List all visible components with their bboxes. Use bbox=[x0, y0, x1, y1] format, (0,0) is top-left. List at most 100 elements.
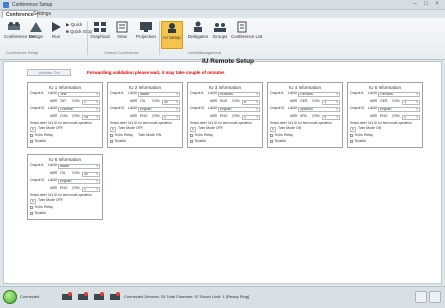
enable-checkbox[interactable] bbox=[110, 140, 113, 143]
conference-set-button[interactable]: Conference Set bbox=[4, 21, 35, 39]
echo-relay-checkbox[interactable] bbox=[190, 134, 193, 137]
output-b-channel-select[interactable]: 2 ▾ bbox=[242, 115, 260, 120]
output-a-language-select[interactable]: German ▾ bbox=[298, 92, 340, 97]
output-a-channel-select[interactable]: 30 ▾ bbox=[82, 172, 100, 177]
output-a-channel-select[interactable]: 3 ▾ bbox=[402, 100, 420, 105]
echo-relay-checkbox[interactable] bbox=[270, 134, 273, 137]
enable-label: Enable bbox=[35, 211, 46, 215]
person-icon bbox=[194, 21, 202, 32]
warning-message: Forwarding validation please wait, it ma… bbox=[87, 70, 225, 75]
projection-button[interactable]: Projection bbox=[134, 21, 158, 39]
enable-checkbox[interactable] bbox=[350, 140, 353, 143]
output-a-abr: ITA bbox=[140, 99, 146, 103]
output-b-channel-select[interactable]: 18 ▾ bbox=[82, 115, 100, 120]
output-b-label: Output B bbox=[110, 106, 124, 110]
chevron-down-icon: ▾ bbox=[96, 164, 98, 168]
echo-relay-checkbox[interactable] bbox=[30, 206, 33, 209]
output-b-label: Output B bbox=[30, 178, 44, 182]
output-a-channel-select[interactable]: 30 ▾ bbox=[162, 100, 180, 105]
chn-label: CHN bbox=[392, 114, 400, 118]
twin-iu-select[interactable]: 0 bbox=[30, 127, 36, 132]
output-a-language-select[interactable]: Italian ▾ bbox=[138, 92, 180, 97]
output-a-language-select[interactable]: Test ▾ bbox=[58, 92, 100, 97]
quick-stop-button[interactable]: ■ Quick Stop bbox=[66, 29, 92, 35]
twin-mode-status: Twin Mode OFF bbox=[38, 198, 63, 202]
lang-label: LANG bbox=[48, 163, 58, 167]
output-a-label: Output A bbox=[190, 91, 204, 95]
abr-label: ABR bbox=[130, 99, 138, 103]
enable-checkbox[interactable] bbox=[190, 140, 193, 143]
output-b-channel-select[interactable]: 2 ▾ bbox=[162, 115, 180, 120]
chn-label: CHN bbox=[152, 114, 160, 118]
output-a-label: Output A bbox=[270, 91, 284, 95]
twin-iu-select[interactable]: 0 bbox=[30, 199, 36, 204]
maximize-button[interactable]: □ bbox=[421, 1, 431, 8]
chevron-down-icon: ▾ bbox=[176, 107, 178, 111]
device-icon bbox=[78, 292, 88, 300]
lang-label: LANG bbox=[288, 106, 298, 110]
run-button[interactable]: Run bbox=[49, 21, 63, 39]
echo-relay-label: Echo Relay bbox=[35, 133, 53, 137]
twin-mode-status: Twin Mode OFF bbox=[198, 126, 223, 130]
conference-icon bbox=[8, 22, 20, 30]
design-button[interactable]: Design bbox=[27, 21, 45, 39]
edit-button[interactable] bbox=[415, 291, 427, 303]
abr-label: ABR bbox=[290, 99, 298, 103]
chevron-down-icon: ▾ bbox=[96, 107, 98, 111]
output-b-language-select[interactable]: Spanish ▾ bbox=[298, 107, 340, 112]
echo-relay-label: Echo Relay bbox=[195, 133, 213, 137]
output-a-language-select[interactable]: German ▾ bbox=[378, 92, 420, 97]
twin-iu-select[interactable]: 0 bbox=[350, 127, 356, 132]
output-a-channel-select[interactable]: 6 ▾ bbox=[242, 100, 260, 105]
echo-relay-checkbox[interactable] bbox=[110, 134, 113, 137]
enable-checkbox[interactable] bbox=[270, 140, 273, 143]
chn-label: CHN bbox=[392, 99, 400, 103]
chevron-down-icon: ▾ bbox=[176, 92, 178, 96]
close-button[interactable]: × bbox=[432, 1, 442, 8]
enable-label: Enable bbox=[275, 139, 286, 143]
enable-label: Enable bbox=[35, 139, 46, 143]
output-a-channel-select[interactable]: 1 ▾ bbox=[82, 100, 100, 105]
output-b-language-select[interactable]: English ▾ bbox=[218, 107, 260, 112]
echo-relay-checkbox[interactable] bbox=[30, 134, 33, 137]
validate-out-button[interactable]: Validate Out bbox=[27, 69, 71, 76]
output-b-channel-select[interactable]: 4 ▾ bbox=[322, 115, 340, 120]
twin-mode-status: Twin Mode OFF bbox=[118, 126, 143, 130]
output-a-language-select[interactable]: Italian ▾ bbox=[58, 164, 100, 169]
output-b-language-select[interactable]: English ▾ bbox=[378, 107, 420, 112]
graphical-button[interactable]: Graphical bbox=[90, 21, 110, 39]
abr-label: ABR bbox=[50, 171, 58, 175]
iu-setup-button[interactable]: IU Setup bbox=[161, 21, 183, 49]
tab-settings[interactable]: Settings bbox=[30, 10, 54, 18]
enable-checkbox[interactable] bbox=[30, 212, 33, 215]
settings-button[interactable] bbox=[429, 291, 441, 303]
groups-button[interactable]: Groups bbox=[211, 21, 229, 39]
quick-start-button[interactable]: ▶ Quick bbox=[66, 22, 82, 28]
twin-iu-select[interactable]: 0 bbox=[190, 127, 196, 132]
output-b-abr: ENG bbox=[140, 114, 148, 118]
echo-relay-checkbox[interactable] bbox=[350, 134, 353, 137]
output-a-language-select[interactable]: Russian ▾ bbox=[218, 92, 260, 97]
output-a-channel-select[interactable]: 3 ▾ bbox=[322, 100, 340, 105]
delegates-button[interactable]: Delegates bbox=[187, 21, 209, 39]
output-a-label: Output A bbox=[30, 163, 44, 167]
app-icon bbox=[3, 2, 9, 8]
conference-list-button[interactable]: Conference List bbox=[231, 21, 263, 39]
enable-checkbox[interactable] bbox=[30, 140, 33, 143]
twin-iu-select[interactable]: 0 bbox=[270, 127, 276, 132]
output-b-label: Output B bbox=[190, 106, 204, 110]
output-b-channel-select[interactable]: 2 ▾ bbox=[402, 115, 420, 120]
group-icon bbox=[214, 23, 226, 32]
view-button[interactable]: View bbox=[114, 21, 130, 39]
output-b-language-select[interactable]: Chinese ▾ bbox=[58, 107, 100, 112]
output-a-label: Output A bbox=[30, 91, 44, 95]
output-b-language-select[interactable]: English ▾ bbox=[138, 107, 180, 112]
minimize-button[interactable]: – bbox=[410, 1, 420, 8]
twin-iu-select[interactable]: 0 bbox=[110, 127, 116, 132]
iu-card-title: IU 6 Information bbox=[48, 157, 81, 162]
iu-card: IU 6 Information Output A LANG Italian ▾ ABR I… bbox=[27, 154, 103, 220]
abr-label: ABR bbox=[210, 99, 218, 103]
output-b-channel-select[interactable]: 2 ▾ bbox=[82, 187, 100, 192]
output-b-language-select[interactable]: English ▾ bbox=[58, 179, 100, 184]
output-a-label: Output A bbox=[350, 91, 364, 95]
